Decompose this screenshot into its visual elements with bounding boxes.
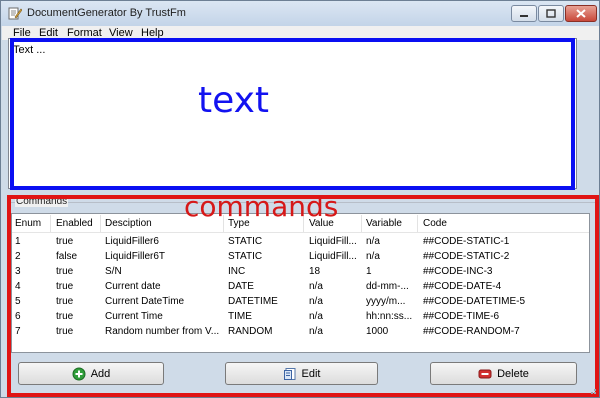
- cell-enum: 5: [15, 296, 21, 307]
- table-row[interactable]: 4 true Current date DATE n/a dd-mm-... #…: [12, 280, 589, 295]
- cell-description: Current date: [105, 281, 161, 292]
- cell-enabled: true: [56, 236, 74, 247]
- cell-enabled: true: [56, 281, 74, 292]
- cell-type: DATETIME: [228, 296, 278, 307]
- delete-icon: [478, 369, 492, 378]
- cell-enum: 4: [15, 281, 21, 292]
- cell-value: n/a: [309, 326, 323, 337]
- cell-code: ##CODE-DATE-4: [423, 281, 502, 292]
- cell-description: LiquidFiller6T: [105, 251, 166, 262]
- minimize-icon: [520, 14, 528, 17]
- delete-button-label: Delete: [497, 367, 529, 380]
- add-button-label: Add: [90, 367, 111, 380]
- cell-enum: 7: [15, 326, 21, 337]
- cell-value: n/a: [309, 296, 323, 307]
- cell-description: S/N: [105, 266, 122, 277]
- column-header-description[interactable]: Desciption: [105, 218, 152, 229]
- cell-description: Current DateTime: [105, 296, 185, 307]
- cell-type: STATIC: [228, 251, 263, 262]
- cell-type: INC: [228, 266, 246, 277]
- table-row[interactable]: 2 false LiquidFiller6T STATIC LiquidFill…: [12, 250, 589, 265]
- cell-enabled: true: [56, 326, 74, 337]
- window-title: DocumentGenerator By TrustFm: [27, 7, 186, 19]
- resize-grip-icon[interactable]: [587, 385, 597, 395]
- cell-code: ##CODE-TIME-6: [423, 311, 500, 322]
- close-icon: [576, 9, 586, 18]
- cell-code: ##CODE-INC-3: [423, 266, 493, 277]
- close-button[interactable]: [565, 5, 597, 22]
- cell-enum: 6: [15, 311, 21, 322]
- column-header-code[interactable]: Code: [423, 218, 447, 229]
- cell-enum: 2: [15, 251, 21, 262]
- cell-enabled: false: [56, 251, 78, 262]
- cell-value: 18: [309, 266, 321, 277]
- delete-button[interactable]: Delete: [430, 362, 577, 385]
- cell-code: ##CODE-RANDOM-7: [423, 326, 520, 337]
- cell-type: RANDOM: [228, 326, 273, 337]
- table-row[interactable]: 1 true LiquidFiller6 STATIC LiquidFill..…: [12, 235, 589, 250]
- cell-variable: dd-mm-...: [366, 281, 409, 292]
- text-editor-value: Text ...: [13, 44, 46, 56]
- table-row[interactable]: 5 true Current DateTime DATETIME n/a yyy…: [12, 295, 589, 310]
- cell-enabled: true: [56, 311, 74, 322]
- edit-button[interactable]: Edit: [225, 362, 378, 385]
- column-header-enum[interactable]: Enum: [15, 218, 41, 229]
- cell-code: ##CODE-STATIC-1: [423, 236, 510, 247]
- commands-group-label: Commands: [15, 196, 69, 207]
- app-window: DocumentGenerator By TrustFm File Edit F…: [0, 0, 600, 398]
- cell-enum: 3: [15, 266, 21, 277]
- cell-description: Current Time: [105, 311, 163, 322]
- cell-value: n/a: [309, 311, 323, 322]
- column-divider[interactable]: [417, 215, 418, 232]
- commands-annotation-label: commands: [184, 190, 339, 223]
- minimize-button[interactable]: [511, 5, 537, 22]
- cell-value: LiquidFill...: [309, 251, 357, 262]
- edit-button-label: Edit: [301, 367, 321, 380]
- cell-description: LiquidFiller6: [105, 236, 159, 247]
- text-editor[interactable]: Text ...: [8, 38, 577, 189]
- text-annotation-label: text: [198, 80, 270, 121]
- document-pen-icon: [8, 7, 22, 20]
- column-divider[interactable]: [100, 215, 101, 232]
- cell-value: LiquidFill...: [309, 236, 357, 247]
- cell-variable: n/a: [366, 251, 380, 262]
- column-header-variable[interactable]: Variable: [366, 218, 402, 229]
- maximize-icon: [546, 9, 556, 18]
- plus-icon: [72, 367, 86, 380]
- cell-enabled: true: [56, 296, 74, 307]
- title-bar[interactable]: DocumentGenerator By TrustFm: [1, 1, 599, 26]
- cell-value: n/a: [309, 281, 323, 292]
- cell-enabled: true: [56, 266, 74, 277]
- column-divider[interactable]: [361, 215, 362, 232]
- edit-document-icon: [283, 367, 296, 380]
- cell-code: ##CODE-STATIC-2: [423, 251, 510, 262]
- cell-variable: n/a: [366, 236, 380, 247]
- add-button[interactable]: Add: [18, 362, 164, 385]
- cell-type: TIME: [228, 311, 252, 322]
- cell-variable: 1000: [366, 326, 389, 337]
- cell-variable: hh:nn:ss...: [366, 311, 413, 322]
- maximize-button[interactable]: [538, 5, 564, 22]
- commands-table[interactable]: Enum Enabled Desciption Type Value Varia…: [11, 213, 590, 353]
- column-header-enabled[interactable]: Enabled: [56, 218, 93, 229]
- cell-type: STATIC: [228, 236, 263, 247]
- cell-code: ##CODE-DATETIME-5: [423, 296, 526, 307]
- table-row[interactable]: 6 true Current Time TIME n/a hh:nn:ss...…: [12, 310, 589, 325]
- cell-type: DATE: [228, 281, 254, 292]
- cell-description: Random number from V...: [105, 326, 220, 337]
- table-row[interactable]: 7 true Random number from V... RANDOM n/…: [12, 325, 589, 340]
- column-divider[interactable]: [50, 215, 51, 232]
- cell-enum: 1: [15, 236, 21, 247]
- cell-variable: yyyy/m...: [366, 296, 406, 307]
- cell-variable: 1: [366, 266, 372, 277]
- table-row[interactable]: 3 true S/N INC 18 1 ##CODE-INC-3: [12, 265, 589, 280]
